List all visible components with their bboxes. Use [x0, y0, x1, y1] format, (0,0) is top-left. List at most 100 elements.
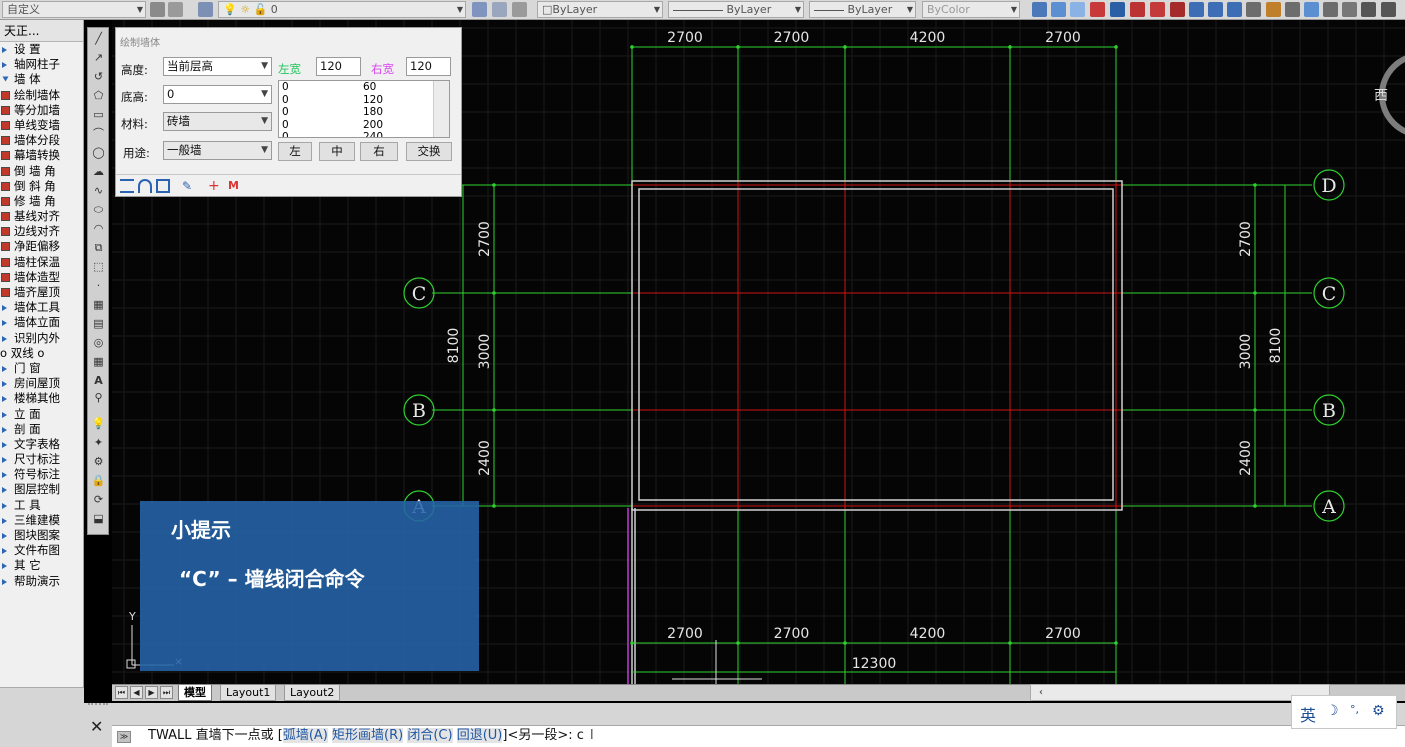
spline-icon[interactable]: ∿ — [91, 183, 106, 198]
wall-width-list[interactable]: 0 60 0 120 0 180 0 200 0 240 — [278, 80, 450, 138]
menu-item[interactable]: 图层控制 — [0, 482, 83, 497]
gradient-icon[interactable]: ▤ — [91, 316, 106, 331]
option-close[interactable]: 闭合(C) — [407, 728, 453, 743]
plotstyle-combo[interactable]: ByColor ▼ — [922, 1, 1020, 18]
mtext-icon[interactable]: A — [91, 373, 106, 388]
material-select[interactable]: 砖墙 ▼ — [163, 112, 272, 131]
menu-item[interactable]: 楼梯其他 — [0, 391, 83, 406]
punctuation-icon[interactable]: °, — [1350, 703, 1359, 716]
tab-layout2[interactable]: Layout2 — [284, 685, 341, 701]
menu-item[interactable]: 等分加墙 — [0, 103, 83, 118]
menu-item[interactable]: 修 墙 角 — [0, 194, 83, 209]
tool-icon-7[interactable] — [1150, 2, 1165, 17]
point-icon[interactable]: · — [91, 278, 106, 293]
gear-icon[interactable] — [150, 2, 165, 17]
menu-title[interactable]: 天正... — [0, 20, 83, 42]
ellipse-arc-icon[interactable]: ◠ — [91, 221, 106, 236]
menu-item[interactable]: 轴网柱子 — [0, 57, 83, 72]
menu-item[interactable]: 边线对齐 — [0, 224, 83, 239]
list-item[interactable]: 0 200 — [279, 119, 449, 132]
align-left-button[interactable]: 左 — [278, 142, 312, 161]
menu-item[interactable]: 文字表格 — [0, 437, 83, 452]
menu-item[interactable]: 倒 墙 角 — [0, 164, 83, 179]
tool-icon-13[interactable] — [1266, 2, 1281, 17]
align-right-button[interactable]: 右 — [360, 142, 398, 161]
horizontal-scrollbar[interactable]: ‹ — [1030, 684, 1330, 701]
menu-item[interactable]: 墙体立面 — [0, 315, 83, 330]
tool-icon-11[interactable] — [1227, 2, 1242, 17]
scroll-left-icon[interactable]: ‹ — [1039, 685, 1043, 700]
pick-icon[interactable]: ✎ — [182, 179, 196, 193]
menu-item[interactable]: 净距偏移 — [0, 239, 83, 254]
tab-layout1[interactable]: Layout1 — [220, 685, 277, 701]
tool-icon-1[interactable] — [1032, 2, 1047, 17]
layer-state-icon[interactable] — [512, 2, 527, 17]
rect-wall-icon[interactable] — [156, 179, 170, 193]
tool-icon-5[interactable] — [1110, 2, 1125, 17]
layer-off-icon[interactable]: ⚙ — [91, 454, 106, 469]
polyline-icon[interactable]: ↗ — [91, 50, 106, 65]
ime-language[interactable]: 英 — [1300, 702, 1316, 726]
option-undo[interactable]: 回退(U) — [456, 728, 503, 743]
grid-icon[interactable] — [1090, 2, 1105, 17]
lineweight-combo[interactable]: ByLayer ▼ — [809, 1, 916, 18]
close-icon[interactable]: ✕ — [90, 717, 103, 736]
list-item[interactable]: 0 180 — [279, 106, 449, 119]
tool-icon-6[interactable] — [1130, 2, 1145, 17]
lightbulb-icon[interactable]: 💡 — [91, 416, 106, 431]
make-block-icon[interactable]: ⬚ — [91, 259, 106, 274]
layer-match-icon[interactable]: ⬓ — [91, 511, 106, 526]
table-icon[interactable]: ▦ — [91, 354, 106, 369]
menu-item[interactable]: 倒 斜 角 — [0, 179, 83, 194]
list-item[interactable]: 0 120 — [279, 94, 449, 107]
workspace-settings-icon[interactable] — [168, 2, 183, 17]
tool-icon-3[interactable] — [1070, 2, 1085, 17]
command-prompt-icon[interactable]: ≫ — [117, 731, 131, 743]
insert-block-icon[interactable]: ⧉ — [91, 240, 106, 255]
add-selected-icon[interactable]: ⚲ — [91, 390, 106, 405]
moon-icon[interactable]: ☽ — [1326, 703, 1339, 719]
menu-item[interactable]: 墙体工具 — [0, 300, 83, 315]
rectangle-icon[interactable]: ▭ — [91, 107, 106, 122]
tool-icon-19[interactable] — [1381, 2, 1396, 17]
layer-combo[interactable]: 💡 ☼ 🔓 0 ▼ — [218, 1, 466, 18]
menu-item[interactable]: 文件布图 — [0, 543, 83, 558]
workspace-combo[interactable]: 自定义 ▼ — [2, 1, 146, 18]
swap-button[interactable]: 交换 — [406, 142, 452, 161]
linetype-combo[interactable]: ByLayer ▼ — [668, 1, 804, 18]
prev-tab-icon[interactable]: ◀ — [130, 686, 143, 699]
tool-icon-12[interactable] — [1246, 2, 1261, 17]
menu-item[interactable]: 设 置 — [0, 42, 83, 57]
gear-icon[interactable]: ⚙ — [1372, 703, 1385, 719]
tool-icon-18[interactable] — [1361, 2, 1376, 17]
list-item[interactable]: 0 60 — [279, 81, 449, 94]
tool-icon-17[interactable] — [1342, 2, 1357, 17]
menu-item[interactable]: 符号标注 — [0, 467, 83, 482]
tool-icon-15[interactable] — [1304, 2, 1319, 17]
layer-properties-icon[interactable] — [198, 2, 213, 17]
left-width-input[interactable]: 120 — [316, 57, 361, 76]
base-height-select[interactable]: 0 ▼ — [163, 85, 272, 104]
menu-item[interactable]: 墙 体 — [0, 72, 83, 87]
tool-icon-16[interactable] — [1323, 2, 1338, 17]
align-center-button[interactable]: 中 — [319, 142, 355, 161]
menu-item[interactable]: 识别内外 — [0, 331, 83, 346]
line-icon[interactable]: ╱ — [91, 31, 106, 46]
list-item[interactable]: 0 240 — [279, 131, 449, 137]
tool-icon-14[interactable] — [1285, 2, 1300, 17]
menu-item[interactable]: 三维建模 — [0, 513, 83, 528]
command-grip[interactable] — [88, 703, 108, 715]
usage-select[interactable]: 一般墙 ▼ — [163, 141, 272, 160]
menu-item[interactable]: 绘制墙体 — [0, 88, 83, 103]
layer-lock-icon[interactable]: 🔒 — [91, 473, 106, 488]
first-tab-icon[interactable]: ⏮ — [115, 686, 128, 699]
tool-icon-8[interactable] — [1170, 2, 1185, 17]
color-combo[interactable]: □ByLayer ▼ — [537, 1, 663, 18]
menu-item[interactable]: 墙体造型 — [0, 270, 83, 285]
last-tab-icon[interactable]: ⏭ — [160, 686, 173, 699]
tab-model[interactable]: 模型 — [178, 685, 212, 701]
tool-icon-2[interactable] — [1051, 2, 1066, 17]
command-line[interactable]: TWALL 直墙下一点或 [弧墙(A) 矩形画墙(R) 闭合(C) 回退(U)]… — [112, 725, 1405, 747]
tool-icon-10[interactable] — [1208, 2, 1223, 17]
polygon-icon[interactable]: ⬠ — [91, 88, 106, 103]
